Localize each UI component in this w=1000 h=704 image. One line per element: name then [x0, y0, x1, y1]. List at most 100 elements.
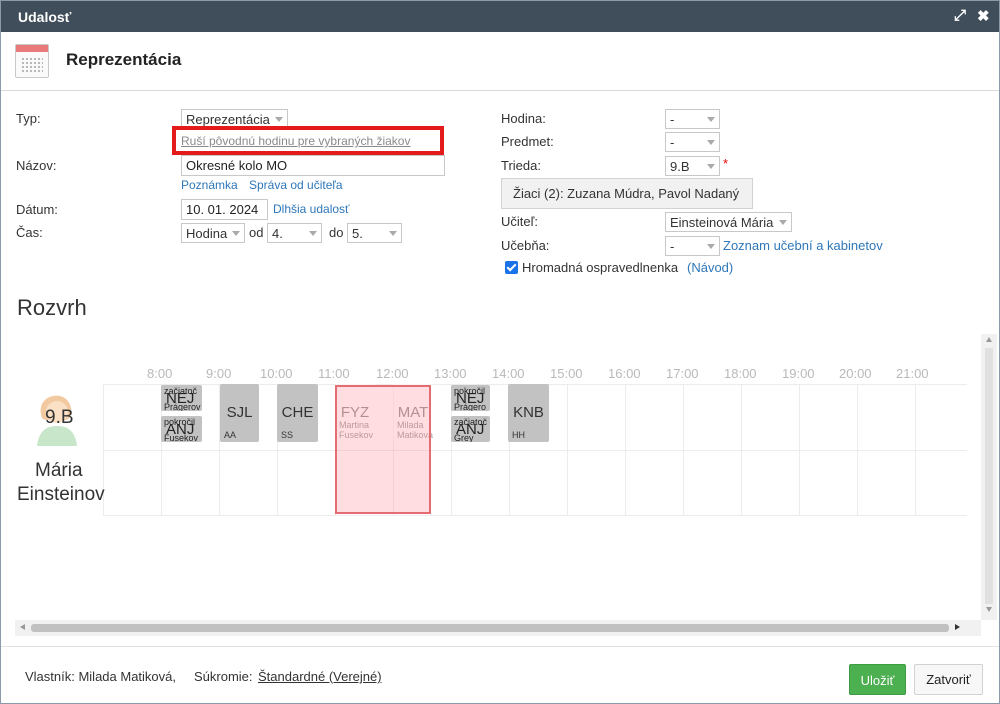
lesson-card[interactable]: pokročil ANJ Fusekov — [161, 416, 202, 442]
lesson-card[interactable]: CHE SS — [277, 384, 318, 442]
lesson-teacher: SS — [281, 430, 294, 440]
from-label: od — [249, 225, 264, 240]
hour-select[interactable]: - — [665, 109, 720, 129]
lesson-teacher: Prágero — [454, 402, 487, 411]
required-mark: * — [723, 156, 729, 171]
maximize-icon[interactable]: ⤢ — [954, 7, 966, 24]
save-button[interactable]: Uložiť — [849, 664, 906, 695]
date-input[interactable]: 10. 01. 2024 — [181, 199, 268, 220]
subject-label: Predmet: — [501, 134, 554, 149]
type-select-value: Reprezentácia — [186, 112, 270, 127]
time-mode-select[interactable]: Hodina — [181, 223, 245, 243]
schedule-title: Rozvrh — [17, 295, 87, 320]
hour-value: - — [670, 112, 675, 127]
scroll-down-icon[interactable] — [986, 607, 992, 612]
lesson-subject: SJL — [226, 404, 253, 421]
dialog-header: Reprezentácia — [1, 32, 999, 91]
hour-label: 11:00 — [318, 366, 350, 381]
event-dialog: Udalosť ⤢ ✖ Reprezentácia Typ: Reprezent… — [0, 0, 1000, 704]
chevron-down-icon — [707, 164, 715, 169]
chevron-down-icon — [707, 140, 715, 145]
excuse-label: Hromadná ospravedlnenka — [522, 260, 679, 275]
row-label-class: 9.B — [45, 407, 74, 428]
hour-label: 13:00 — [434, 366, 467, 381]
to-label: do — [329, 225, 344, 240]
cancel-lesson-link[interactable]: Ruší pôvodnú hodinu pre vybraných žiakov — [181, 134, 410, 148]
pupils-button[interactable]: Žiaci (2): Zuzana Múdra, Pavol Nadaný — [501, 178, 753, 209]
scroll-up-icon[interactable] — [986, 337, 992, 342]
horizontal-scrollbar[interactable] — [15, 620, 981, 636]
room-value: - — [670, 239, 675, 254]
title-bar: Udalosť ⤢ ✖ — [1, 1, 999, 32]
page-title: Reprezentácia — [66, 50, 182, 69]
time-mode-value: Hodina — [186, 226, 228, 241]
chevron-down-icon — [309, 231, 317, 236]
teacher-message-link[interactable]: Správa od učiteľa — [249, 178, 343, 192]
hour-label: Hodina: — [501, 111, 546, 126]
time-label: Čas: — [16, 225, 43, 240]
scroll-thumb[interactable] — [985, 348, 993, 604]
privacy-label: Súkromie: — [194, 669, 253, 684]
hour-label: 21:00 — [896, 366, 929, 381]
from-select[interactable]: 4. — [267, 223, 322, 243]
lesson-teacher: Grey — [454, 433, 474, 442]
chevron-down-icon — [779, 220, 787, 225]
from-value: 4. — [272, 226, 283, 241]
class-value: 9.B — [670, 159, 690, 174]
lesson-teacher: Prágerov — [164, 402, 201, 411]
rooms-list-link[interactable]: Zoznam učební a kabinetov — [723, 238, 883, 253]
hour-label: 15:00 — [550, 366, 583, 381]
lesson-teacher: Fusekov — [164, 433, 199, 442]
close-icon[interactable]: ✖ — [977, 7, 990, 25]
dialog-footer: Vlastník: Milada Matiková, Súkromie: Šta… — [1, 646, 999, 704]
scroll-right-icon[interactable] — [955, 624, 960, 630]
close-button[interactable]: Zatvoriť — [914, 664, 983, 695]
selected-time-range — [335, 385, 431, 514]
class-select[interactable]: 9.B — [665, 156, 720, 176]
scroll-thumb[interactable] — [31, 624, 949, 632]
subject-select[interactable]: - — [665, 132, 720, 152]
scroll-left-icon[interactable] — [20, 624, 25, 630]
window-title: Udalosť — [18, 9, 72, 25]
row-label-teacher: Mária — [35, 460, 83, 481]
lesson-teacher: HH — [512, 430, 525, 440]
schedule-grid: 8:00 9:00 10:00 11:00 12:00 13:00 14:00 … — [15, 334, 997, 636]
hour-label: 12:00 — [376, 366, 409, 381]
vertical-scrollbar[interactable] — [981, 334, 997, 620]
lesson-subject: KNB — [513, 404, 544, 421]
chevron-down-icon — [232, 231, 240, 236]
hour-label: 17:00 — [666, 366, 699, 381]
name-input[interactable]: Okresné kolo MO — [181, 155, 445, 176]
hour-label: 9:00 — [206, 366, 232, 381]
lesson-card[interactable]: KNB HH — [508, 384, 549, 442]
guide-link[interactable]: (Návod) — [687, 260, 733, 275]
owner-label: Vlastník: Milada Matiková, — [25, 669, 177, 684]
hour-label: 19:00 — [782, 366, 815, 381]
calendar-icon — [15, 44, 49, 78]
to-select[interactable]: 5. — [347, 223, 402, 243]
longer-event-link[interactable]: Dlhšia udalosť — [273, 202, 350, 216]
excuse-checkbox[interactable] — [505, 261, 518, 274]
chevron-down-icon — [707, 117, 715, 122]
lesson-card[interactable]: SJL AA — [220, 384, 259, 442]
hour-label: 20:00 — [839, 366, 872, 381]
lesson-card[interactable]: začiatoč NEJ Prágerov — [161, 385, 202, 411]
hour-label: 16:00 — [608, 366, 641, 381]
lesson-teacher: AA — [224, 430, 237, 440]
hour-label: 18:00 — [724, 366, 757, 381]
class-label: Trieda: — [501, 158, 541, 173]
room-label: Učebňa: — [501, 238, 550, 253]
lesson-card[interactable]: pokročil NEJ Prágero — [451, 385, 490, 411]
teacher-select[interactable]: Einsteinová Mária — [665, 212, 792, 232]
hour-label: 14:00 — [492, 366, 525, 381]
room-select[interactable]: - — [665, 236, 720, 256]
name-label: Názov: — [16, 158, 57, 173]
hour-label: 10:00 — [260, 366, 293, 381]
lesson-card[interactable]: začiatoč ANJ Grey — [451, 416, 490, 442]
teacher-value: Einsteinová Mária — [670, 215, 774, 230]
hour-label: 8:00 — [147, 366, 173, 381]
lesson-subject: CHE — [281, 404, 314, 421]
note-link[interactable]: Poznámka — [181, 178, 238, 192]
privacy-link[interactable]: Štandardné (Verejné) — [258, 669, 382, 684]
row-label-teacher: Einsteinov — [17, 484, 105, 505]
